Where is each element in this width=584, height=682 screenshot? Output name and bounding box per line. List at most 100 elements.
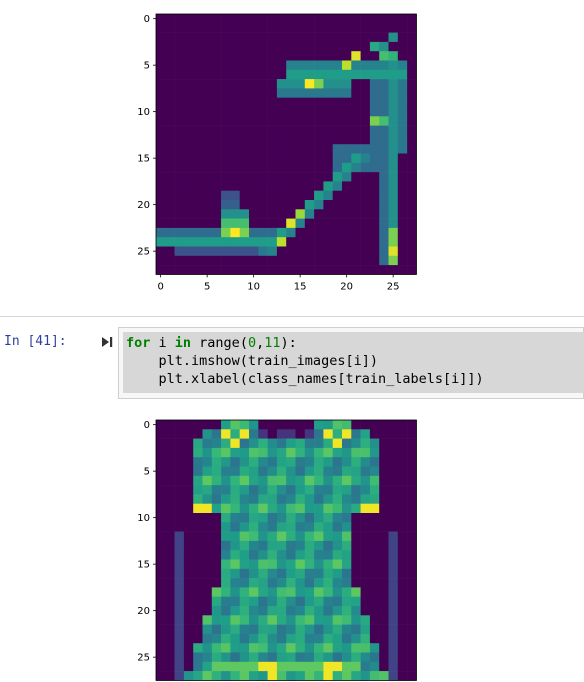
pixel-cell (369, 209, 380, 219)
pixel-cell (369, 568, 380, 579)
pixel-cell (342, 447, 352, 458)
pixel-cell (165, 181, 175, 191)
pixel-cell (193, 624, 203, 635)
pixel-cell (202, 447, 213, 458)
pixel-cell (165, 606, 175, 616)
pixel-cell (407, 587, 417, 597)
pixel-cell (369, 51, 380, 61)
pixel-cell (249, 661, 259, 672)
pixel-cell (360, 661, 371, 672)
pixel-cell (249, 69, 259, 80)
pixel-cell (286, 125, 296, 136)
pixel-cell (388, 568, 399, 579)
pixel-cell (258, 429, 268, 439)
pixel-cell (351, 522, 361, 532)
pixel-cell (360, 97, 371, 108)
pixel-cell (323, 162, 333, 173)
pixel-cell (174, 107, 185, 117)
pixel-cell (174, 643, 185, 653)
pixel-cell (258, 255, 268, 266)
pixel-cell (332, 587, 343, 597)
pixel-cell (276, 32, 287, 43)
pixel-cell (211, 97, 222, 108)
pixel-cell (379, 624, 389, 635)
pixel-cell (267, 447, 278, 458)
pixel-cell (286, 615, 296, 625)
pixel-cell (295, 457, 306, 467)
pixel-cell (342, 568, 352, 579)
pixel-cell (267, 466, 278, 477)
pixel-cell (193, 568, 203, 579)
pixel-cell (304, 522, 315, 532)
pixel-cell (388, 531, 399, 542)
pixel-cell (351, 420, 361, 430)
pixel-cell (267, 97, 278, 108)
pixel-cell (174, 125, 185, 136)
pixel-cell (183, 14, 194, 24)
pixel-cell (276, 503, 287, 514)
pixel-cell (369, 438, 380, 449)
pixel-cell (323, 522, 333, 532)
pixel-cell (202, 265, 213, 275)
pixel-cell (407, 41, 417, 52)
pixel-cell (258, 494, 268, 504)
pixel-cell (397, 237, 408, 247)
pixel-cell (388, 218, 399, 229)
pixel-cell (295, 531, 306, 542)
pixel-cell (304, 107, 315, 117)
pixel-cell (221, 578, 231, 588)
pixel-cell (407, 60, 417, 71)
pixel-cell (174, 596, 185, 607)
pixel-cell (332, 438, 343, 449)
pixel-cell (211, 550, 222, 560)
run-cell-icon[interactable] (100, 335, 114, 349)
pixel-cell (156, 125, 166, 136)
pixel-cell (360, 420, 371, 430)
pixel-cell (183, 265, 194, 275)
pixel-cell (351, 97, 361, 108)
pixel-cell (397, 107, 408, 117)
pixel-cell (314, 578, 324, 588)
pixel-cell (267, 652, 278, 663)
x-tick-label: 25 (387, 281, 400, 292)
pixel-cell (174, 14, 185, 24)
pixel-cell (221, 513, 231, 523)
pixel-cell (286, 438, 296, 449)
pixel-cell (174, 559, 185, 570)
pixel-cell (211, 32, 222, 43)
pixel-cell (323, 255, 333, 266)
keyword-for: for (126, 335, 151, 351)
pixel-cell (304, 181, 315, 191)
pixel-cell (407, 671, 417, 681)
pixel-cell (323, 671, 333, 681)
pixel-cell (295, 153, 306, 164)
pixel-cell (407, 643, 417, 653)
pixel-cell (360, 513, 371, 523)
pixel-cell (323, 246, 333, 257)
pixel-cell (267, 69, 278, 80)
pixel-cell (193, 97, 203, 108)
pixel-cell (249, 246, 259, 257)
pixel-cell (258, 172, 268, 182)
pixel-cell (379, 181, 389, 191)
pixel-cell (202, 578, 213, 588)
pixel-cell (230, 134, 240, 145)
pixel-cell (369, 420, 380, 430)
pixel-cell (314, 116, 324, 126)
pixel-cell (369, 116, 380, 126)
pixel-cell (379, 60, 389, 71)
pixel-cell (397, 181, 408, 191)
pixel-cell (314, 265, 324, 275)
pixel-cell (221, 144, 231, 154)
pixel-cell (230, 652, 240, 663)
pixel-cell (407, 578, 417, 588)
pixel-cell (332, 447, 343, 458)
pixel-cell (342, 513, 352, 523)
pixel-cell (286, 116, 296, 126)
code-cell[interactable]: for i in range(0,11): plt.imshow(train_i… (118, 327, 584, 399)
pixel-cell (258, 237, 268, 247)
pixel-cell (258, 568, 268, 579)
pixel-cell (230, 540, 240, 551)
pixel-cell (407, 438, 417, 449)
pixel-cell (267, 429, 278, 439)
